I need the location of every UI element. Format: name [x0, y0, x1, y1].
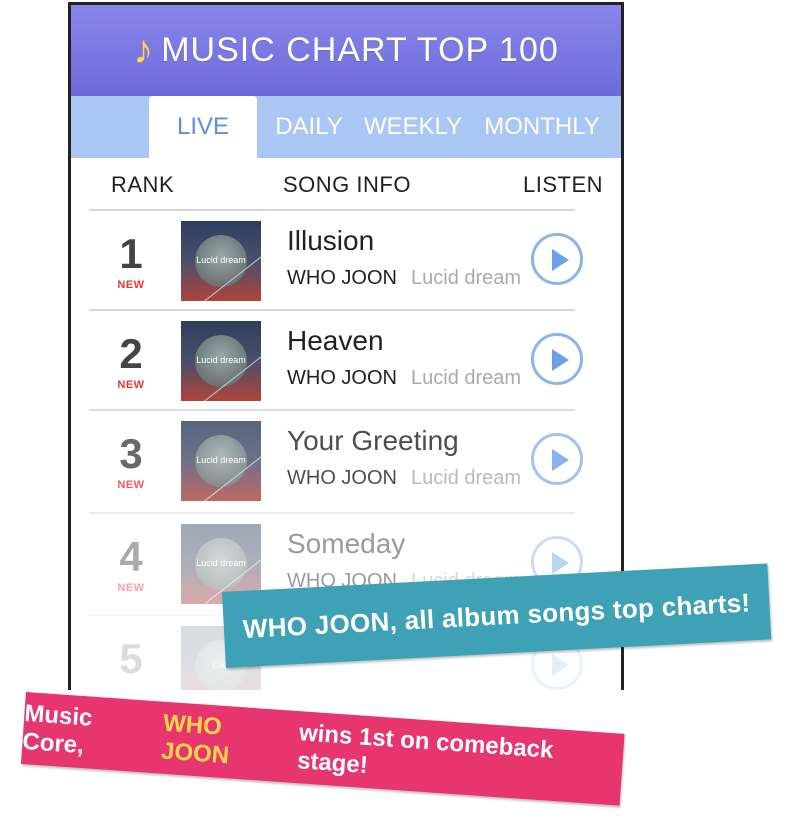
play-icon [552, 349, 569, 371]
column-header-song-info: SONG INFO [283, 172, 411, 197]
new-badge: NEW [117, 379, 145, 391]
tab-weekly[interactable]: WEEKLY [361, 96, 465, 158]
chart-row[interactable]: 3 NEW Lucid dream Your Greeting WHO JOON… [89, 409, 583, 511]
song-album: Lucid dream [411, 467, 522, 489]
song-album: Lucid dream [411, 267, 522, 289]
song-title: Heaven [287, 325, 384, 356]
play-button[interactable] [531, 233, 583, 285]
song-artist: WHO JOON [287, 267, 397, 289]
rank-number: 3 [119, 430, 143, 477]
rank-number: 2 [119, 330, 143, 377]
album-art-label: Lucid dream [196, 255, 246, 265]
chart-row[interactable]: 2 NEW Lucid dream Heaven WHO JOON Lucid … [89, 309, 583, 411]
song-artist: WHO JOON [287, 467, 397, 489]
column-header-listen: LISTEN [523, 172, 604, 197]
play-button[interactable] [531, 433, 583, 485]
banner-text-highlight: WHO JOON [160, 709, 230, 770]
tab-monthly[interactable]: MONTHLY [479, 96, 605, 158]
banner-text-post: wins 1st on comeback stage! [296, 719, 555, 779]
song-artist: WHO JOON [287, 367, 397, 389]
headline-banner-bottom: Music Core, WHO JOON wins 1st on comebac… [20, 692, 625, 806]
screen-top-border [68, 2, 624, 5]
song-title: Someday [287, 528, 406, 559]
tab-daily[interactable]: DAILY [267, 96, 351, 158]
rank-number: 4 [119, 533, 143, 580]
song-title: Your Greeting [287, 425, 459, 456]
song-album: Lucid dream [411, 367, 522, 389]
column-header-rank: RANK [111, 172, 175, 197]
new-badge: NEW [117, 279, 145, 291]
album-art: Lucid dream [181, 321, 261, 401]
tab-bar: LIVE DAILY WEEKLY MONTHLY [71, 96, 621, 158]
app-title: MUSIC CHART TOP 100 [161, 30, 559, 69]
album-art: Lucid dream [181, 421, 261, 501]
play-icon [552, 654, 569, 676]
app-header: ♪ MUSIC CHART TOP 100 [71, 4, 621, 96]
play-icon [552, 552, 569, 574]
tab-live[interactable]: LIVE [149, 96, 257, 158]
rank-number: 1 [119, 230, 143, 277]
album-art-label: Lucid dream [196, 355, 246, 365]
new-badge: NEW [117, 582, 145, 594]
banner-text-pre: Music Core, [21, 699, 94, 760]
music-note-icon: ♪ [133, 28, 154, 72]
play-icon [552, 449, 569, 471]
rank-number: 5 [119, 635, 143, 682]
new-badge: NEW [117, 479, 145, 491]
album-art: Lucid dream [181, 221, 261, 301]
album-art-label: Lucid dream [196, 558, 246, 568]
album-art-label: Lucid dream [196, 455, 246, 465]
song-title: Illusion [287, 225, 375, 256]
play-button[interactable] [531, 333, 583, 385]
play-icon [552, 249, 569, 271]
chart-row[interactable]: 1 NEW Lucid dream Illusion WHO JOON Luci… [89, 209, 583, 311]
